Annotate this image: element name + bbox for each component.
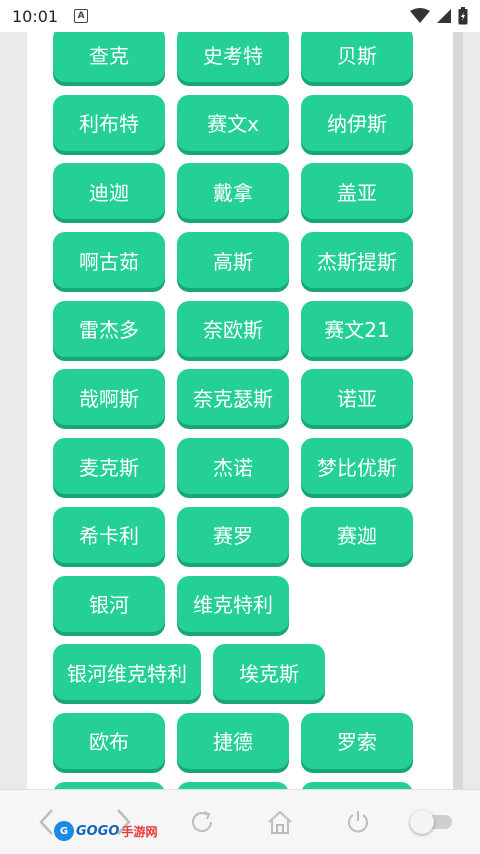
tag-button[interactable]: 盖亚 <box>301 163 413 220</box>
battery-icon <box>458 7 468 25</box>
tag-button[interactable]: 贝斯 <box>301 32 413 82</box>
tag-button[interactable]: 杰斯提斯 <box>301 232 413 289</box>
refresh-icon <box>192 811 212 832</box>
tag-row: 查克 史考特 贝斯 <box>53 32 443 95</box>
tag-button[interactable]: 希卡利 <box>53 506 165 563</box>
tag-button[interactable]: 杰诺 <box>177 438 289 495</box>
tag-button[interactable] <box>177 781 289 789</box>
tag-row: 麦克斯 杰诺 梦比优斯 <box>53 438 443 507</box>
tag-row: 希卡利 赛罗 赛迦 <box>53 506 443 576</box>
tag-row: 银河 维克特利 <box>53 575 443 645</box>
tag-button[interactable]: 捷德 <box>177 712 289 769</box>
tag-button[interactable]: 麦克斯 <box>53 438 165 495</box>
tag-button[interactable]: 欧布 <box>53 712 165 769</box>
tag-button[interactable]: 诺亚 <box>301 369 413 426</box>
tag-button[interactable]: 迪迦 <box>53 163 165 220</box>
power-button[interactable] <box>340 804 376 840</box>
tag-button[interactable]: 罗索 <box>301 712 413 769</box>
home-button[interactable] <box>262 804 298 840</box>
gogo-logo: G GOGO 手游网 <box>54 820 157 842</box>
notification-icon: A <box>74 9 89 23</box>
tag-row: 利布特 赛文x 纳伊斯 <box>53 94 443 164</box>
tag-button[interactable]: 埃克斯 <box>213 644 325 701</box>
status-time: 10:01 <box>12 6 59 26</box>
logo-subtext: 手游网 <box>121 824 158 839</box>
tag-button[interactable]: 银河维克特利 <box>53 644 201 701</box>
tag-button[interactable] <box>53 781 165 789</box>
tag-button[interactable]: 赛文21 <box>301 300 413 357</box>
tag-button[interactable] <box>301 781 413 789</box>
scroll-edge <box>453 32 463 789</box>
signal-icon <box>437 9 451 23</box>
tag-button[interactable]: 史考特 <box>177 32 289 82</box>
tag-button[interactable]: 赛罗 <box>177 506 289 563</box>
tag-row: 雷杰多 奈欧斯 赛文21 <box>53 300 443 370</box>
wifi-icon <box>410 8 430 23</box>
tag-grid: 查克 史考特 贝斯 利布特 赛文x 纳伊斯 迪迦 戴拿 盖亚 啊古茹 高斯 杰斯提斯 雷杰多 奈欧斯 赛文2… <box>53 32 443 789</box>
tag-button[interactable]: 赛文x <box>177 94 289 151</box>
tag-button[interactable]: 高斯 <box>177 232 289 289</box>
tag-row <box>53 781 443 789</box>
tag-button[interactable]: 查克 <box>53 32 165 82</box>
tag-button[interactable]: 雷杰多 <box>53 300 165 357</box>
tag-button[interactable]: 奈欧斯 <box>177 300 289 357</box>
tag-button[interactable]: 维克特利 <box>177 575 289 632</box>
tag-button[interactable]: 啊古茹 <box>53 232 165 289</box>
back-icon <box>39 809 53 835</box>
status-bar: 10:01 A <box>0 0 480 32</box>
power-icon <box>348 811 368 833</box>
tag-button[interactable]: 奈克瑟斯 <box>177 369 289 426</box>
tag-row: 迪迦 戴拿 盖亚 <box>53 163 443 232</box>
home-icon <box>268 810 292 834</box>
tag-row: 哉啊斯 奈克瑟斯 诺亚 <box>53 369 443 438</box>
tag-button[interactable]: 银河 <box>53 575 165 632</box>
webview-content[interactable]: 查克 史考特 贝斯 利布特 赛文x 纳伊斯 迪迦 戴拿 盖亚 啊古茹 高斯 杰斯提斯 雷杰多 奈欧斯 赛文2… <box>27 32 453 789</box>
tag-button[interactable]: 梦比优斯 <box>301 438 413 495</box>
logo-mark-icon: G <box>54 821 74 841</box>
tag-row: 啊古茹 高斯 杰斯提斯 <box>53 232 443 301</box>
browser-toolbar: G GOGO 手游网 <box>0 789 480 854</box>
tag-button[interactable]: 利布特 <box>53 94 165 151</box>
tag-button[interactable]: 哉啊斯 <box>53 369 165 426</box>
refresh-button[interactable] <box>184 804 220 840</box>
tag-button[interactable]: 纳伊斯 <box>301 94 413 151</box>
logo-text: GOGO <box>76 823 120 839</box>
toggle-switch[interactable] <box>410 810 452 834</box>
tag-row: 银河维克特利 埃克斯 <box>53 644 443 713</box>
tag-button[interactable]: 戴拿 <box>177 163 289 220</box>
toggle-knob <box>410 810 434 834</box>
tag-row: 欧布 捷德 罗索 <box>53 712 443 782</box>
tag-button[interactable]: 赛迦 <box>301 506 413 563</box>
